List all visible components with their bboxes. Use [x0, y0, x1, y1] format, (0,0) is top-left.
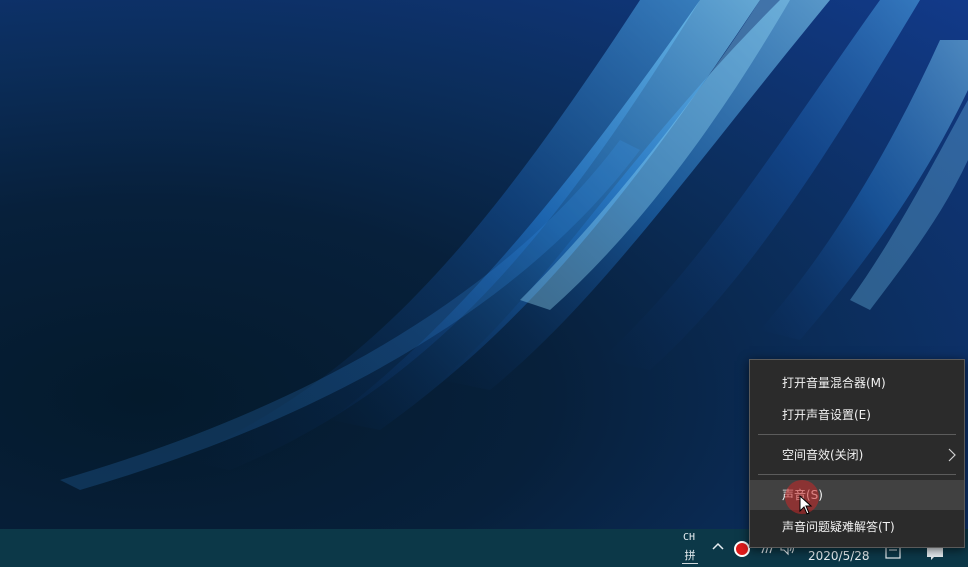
chevron-right-icon	[948, 448, 956, 462]
menu-item-label: 打开声音设置(E)	[782, 408, 871, 422]
menu-item-open-volume-mixer[interactable]: 打开音量混合器(M)	[750, 368, 964, 398]
record-icon[interactable]	[734, 541, 750, 557]
menu-item-label: 打开音量混合器(M)	[782, 376, 886, 390]
mouse-pointer-icon	[799, 495, 813, 515]
tray-date[interactable]: 2020/5/28	[808, 549, 870, 563]
ime-mode-indicator[interactable]: 拼	[682, 548, 698, 564]
menu-item-label: 声音问题疑难解答(T)	[782, 520, 895, 534]
menu-separator	[758, 474, 956, 475]
menu-separator	[758, 434, 956, 435]
volume-context-menu: 打开音量混合器(M) 打开声音设置(E) 空间音效(关闭) 声音(S) 声音问题…	[749, 359, 965, 548]
chevron-up-icon[interactable]	[710, 537, 726, 555]
menu-item-troubleshoot-sound[interactable]: 声音问题疑难解答(T)	[750, 512, 964, 542]
menu-item-label: 空间音效(关闭)	[782, 448, 864, 462]
notification-icon[interactable]	[926, 547, 944, 561]
menu-item-open-sound-settings[interactable]: 打开声音设置(E)	[750, 400, 964, 430]
menu-item-sounds[interactable]: 声音(S)	[750, 480, 964, 510]
ime-language-indicator[interactable]: CH	[683, 532, 695, 543]
menu-item-spatial-sound[interactable]: 空间音效(关闭)	[750, 440, 964, 470]
